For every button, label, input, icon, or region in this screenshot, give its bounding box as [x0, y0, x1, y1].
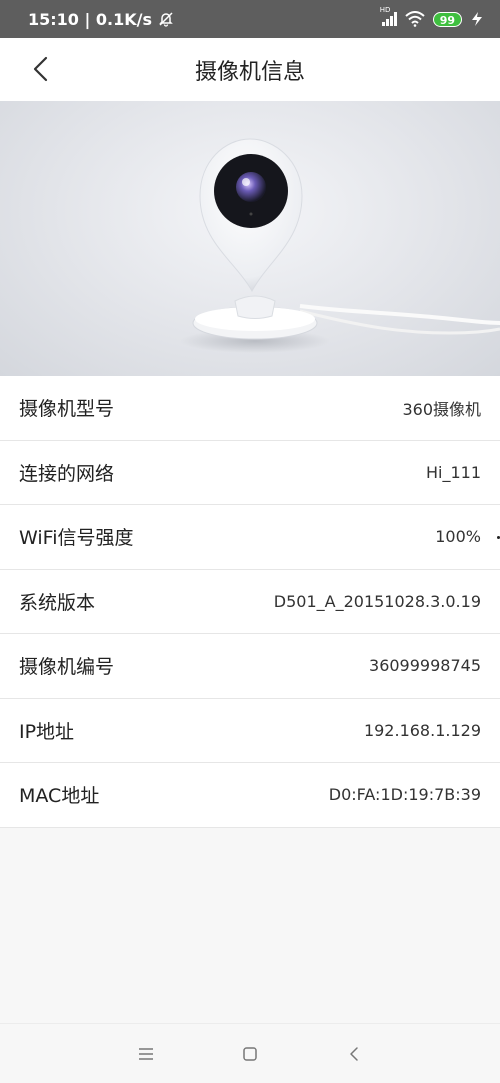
- info-row-system-version: 系统版本 D501_A_20151028.3.0.19: [0, 570, 500, 634]
- nav-back-button[interactable]: [342, 1042, 366, 1066]
- chevron-left-icon: [350, 1046, 358, 1061]
- info-row-wifi-signal: WiFi信号强度 100%: [0, 505, 500, 570]
- home-button[interactable]: [238, 1042, 262, 1066]
- info-value: 192.168.1.129: [363, 720, 481, 740]
- status-left: 15:10 | 0.1K/s: [28, 10, 174, 29]
- page-title: 摄像机信息: [194, 59, 305, 85]
- camera-image: [0, 101, 500, 376]
- menu-icon: [139, 1047, 153, 1060]
- back-button[interactable]: [26, 54, 56, 84]
- info-value: 36099998745: [369, 656, 481, 676]
- info-row-network: 连接的网络 Hi_111: [0, 441, 500, 505]
- lightning-icon: [472, 12, 482, 26]
- camera-info-list: 摄像机型号 360摄像机 连接的网络 Hi_111 WiFi信号强度 100% …: [0, 376, 500, 828]
- camera-illustration: [180, 138, 500, 353]
- status-right: HD 99: [380, 6, 484, 27]
- hd-badge: HD: [379, 6, 391, 14]
- info-label: IP地址: [19, 720, 75, 743]
- info-value: D501_A_20151028.3.0.19: [273, 591, 481, 611]
- wifi-icon: [405, 11, 425, 27]
- square-icon: [243, 1046, 257, 1061]
- info-label: 摄像机型号: [19, 398, 115, 421]
- info-row-ip-address: IP地址 192.168.1.129: [0, 699, 500, 763]
- info-label: WiFi信号强度: [19, 527, 134, 550]
- menu-button[interactable]: [134, 1042, 158, 1066]
- info-row-model: 摄像机型号 360摄像机: [0, 376, 500, 441]
- info-value: Hi_111: [425, 462, 481, 482]
- info-label: 连接的网络: [19, 462, 115, 485]
- info-row-serial-number: 摄像机编号 36099998745: [0, 634, 500, 699]
- system-nav-bar: [0, 1023, 500, 1083]
- info-row-mac-address: MAC地址 D0:FA:1D:19:7B:39: [0, 763, 500, 828]
- app-header: 摄像机信息: [0, 38, 500, 101]
- info-label: MAC地址: [19, 785, 100, 808]
- bell-off-icon: [159, 12, 173, 27]
- info-label: 系统版本: [19, 591, 96, 614]
- info-value: D0:FA:1D:19:7B:39: [328, 785, 481, 805]
- info-label: 摄像机编号: [19, 656, 115, 679]
- battery-indicator: 99: [432, 11, 462, 27]
- info-value: 100%: [435, 527, 481, 547]
- signal-icon: HD: [380, 6, 397, 26]
- status-bar: 15:10 | 0.1K/s HD 99: [0, 0, 500, 38]
- status-time-speed: 15:10 | 0.1K/s: [28, 9, 153, 29]
- info-value: 360摄像机: [402, 399, 481, 419]
